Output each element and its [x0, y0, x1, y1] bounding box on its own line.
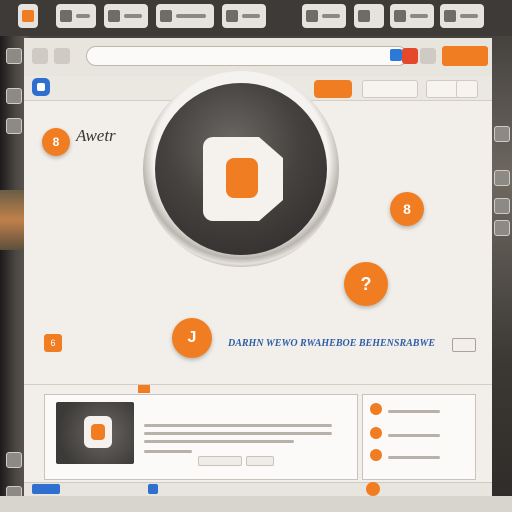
article-link-button[interactable] — [246, 456, 274, 466]
banner-icon: 6 — [44, 334, 62, 352]
bullet-icon — [370, 403, 382, 415]
side-list-item[interactable] — [366, 422, 470, 444]
feature-badge: 8 — [42, 128, 70, 156]
taskbar-tab[interactable] — [390, 4, 434, 28]
dock-icon[interactable] — [494, 170, 510, 186]
bullet-icon — [370, 449, 382, 461]
bubble-badge: 8 — [390, 192, 424, 226]
taskbar-tab[interactable] — [222, 4, 266, 28]
desktop-left-accent — [0, 190, 24, 250]
address-bar[interactable] — [86, 46, 408, 66]
banner-heading: DARHN WEWO RWAHEBOE BEHENSRABWE — [228, 338, 436, 349]
side-item-sub — [388, 456, 440, 459]
bubble-badge: J — [172, 318, 212, 358]
taskbar-tab[interactable] — [104, 4, 148, 28]
taskbar-tab[interactable] — [56, 4, 96, 28]
side-item-sub — [388, 434, 440, 437]
feature-title: Awetr — [76, 126, 116, 145]
desktop-bottom-bar — [0, 496, 512, 512]
article-text-line — [144, 440, 294, 443]
article-text-line — [144, 424, 332, 427]
bullet-icon — [370, 427, 382, 439]
footer-button[interactable] — [32, 484, 60, 494]
section-divider — [24, 384, 492, 385]
article-text-line — [144, 450, 192, 453]
side-item-sub — [388, 410, 440, 413]
back-icon[interactable] — [32, 48, 48, 64]
dock-icon[interactable] — [494, 126, 510, 142]
taskbar-tab[interactable] — [440, 4, 484, 28]
banner-chip[interactable] — [452, 338, 476, 352]
nav-link[interactable] — [456, 80, 478, 98]
shield-center — [91, 424, 105, 440]
shield-center — [226, 158, 258, 198]
taskbar-tab[interactable] — [354, 4, 384, 28]
search-icon[interactable] — [390, 49, 402, 61]
dock-icon[interactable] — [494, 198, 510, 214]
page-footer — [24, 482, 492, 497]
taskbar-tab[interactable] — [156, 4, 214, 28]
dock-icon[interactable] — [6, 88, 22, 104]
help-icon[interactable]: ? — [344, 262, 388, 306]
os-taskbar — [0, 0, 512, 36]
sign-in-button[interactable] — [442, 46, 488, 66]
site-logo-icon[interactable] — [32, 78, 50, 96]
article-link-button[interactable] — [198, 456, 242, 466]
forward-icon[interactable] — [54, 48, 70, 64]
article-text-line — [144, 432, 332, 435]
taskbar-app-icon[interactable] — [18, 4, 38, 28]
taskbar-tab[interactable] — [302, 4, 346, 28]
nav-primary-button[interactable] — [314, 80, 352, 98]
menu-icon[interactable] — [420, 48, 436, 64]
section-accent — [138, 385, 150, 393]
dock-icon[interactable] — [6, 48, 22, 64]
side-list-item[interactable] — [366, 398, 470, 420]
dock-icon[interactable] — [6, 118, 22, 134]
footer-accent-icon — [366, 482, 380, 496]
side-list-item[interactable] — [366, 444, 470, 466]
dock-icon[interactable] — [6, 452, 22, 468]
nav-link[interactable] — [362, 80, 418, 98]
footer-link-icon[interactable] — [148, 484, 158, 494]
dock-icon[interactable] — [494, 220, 510, 236]
extension-icon[interactable] — [402, 48, 418, 64]
